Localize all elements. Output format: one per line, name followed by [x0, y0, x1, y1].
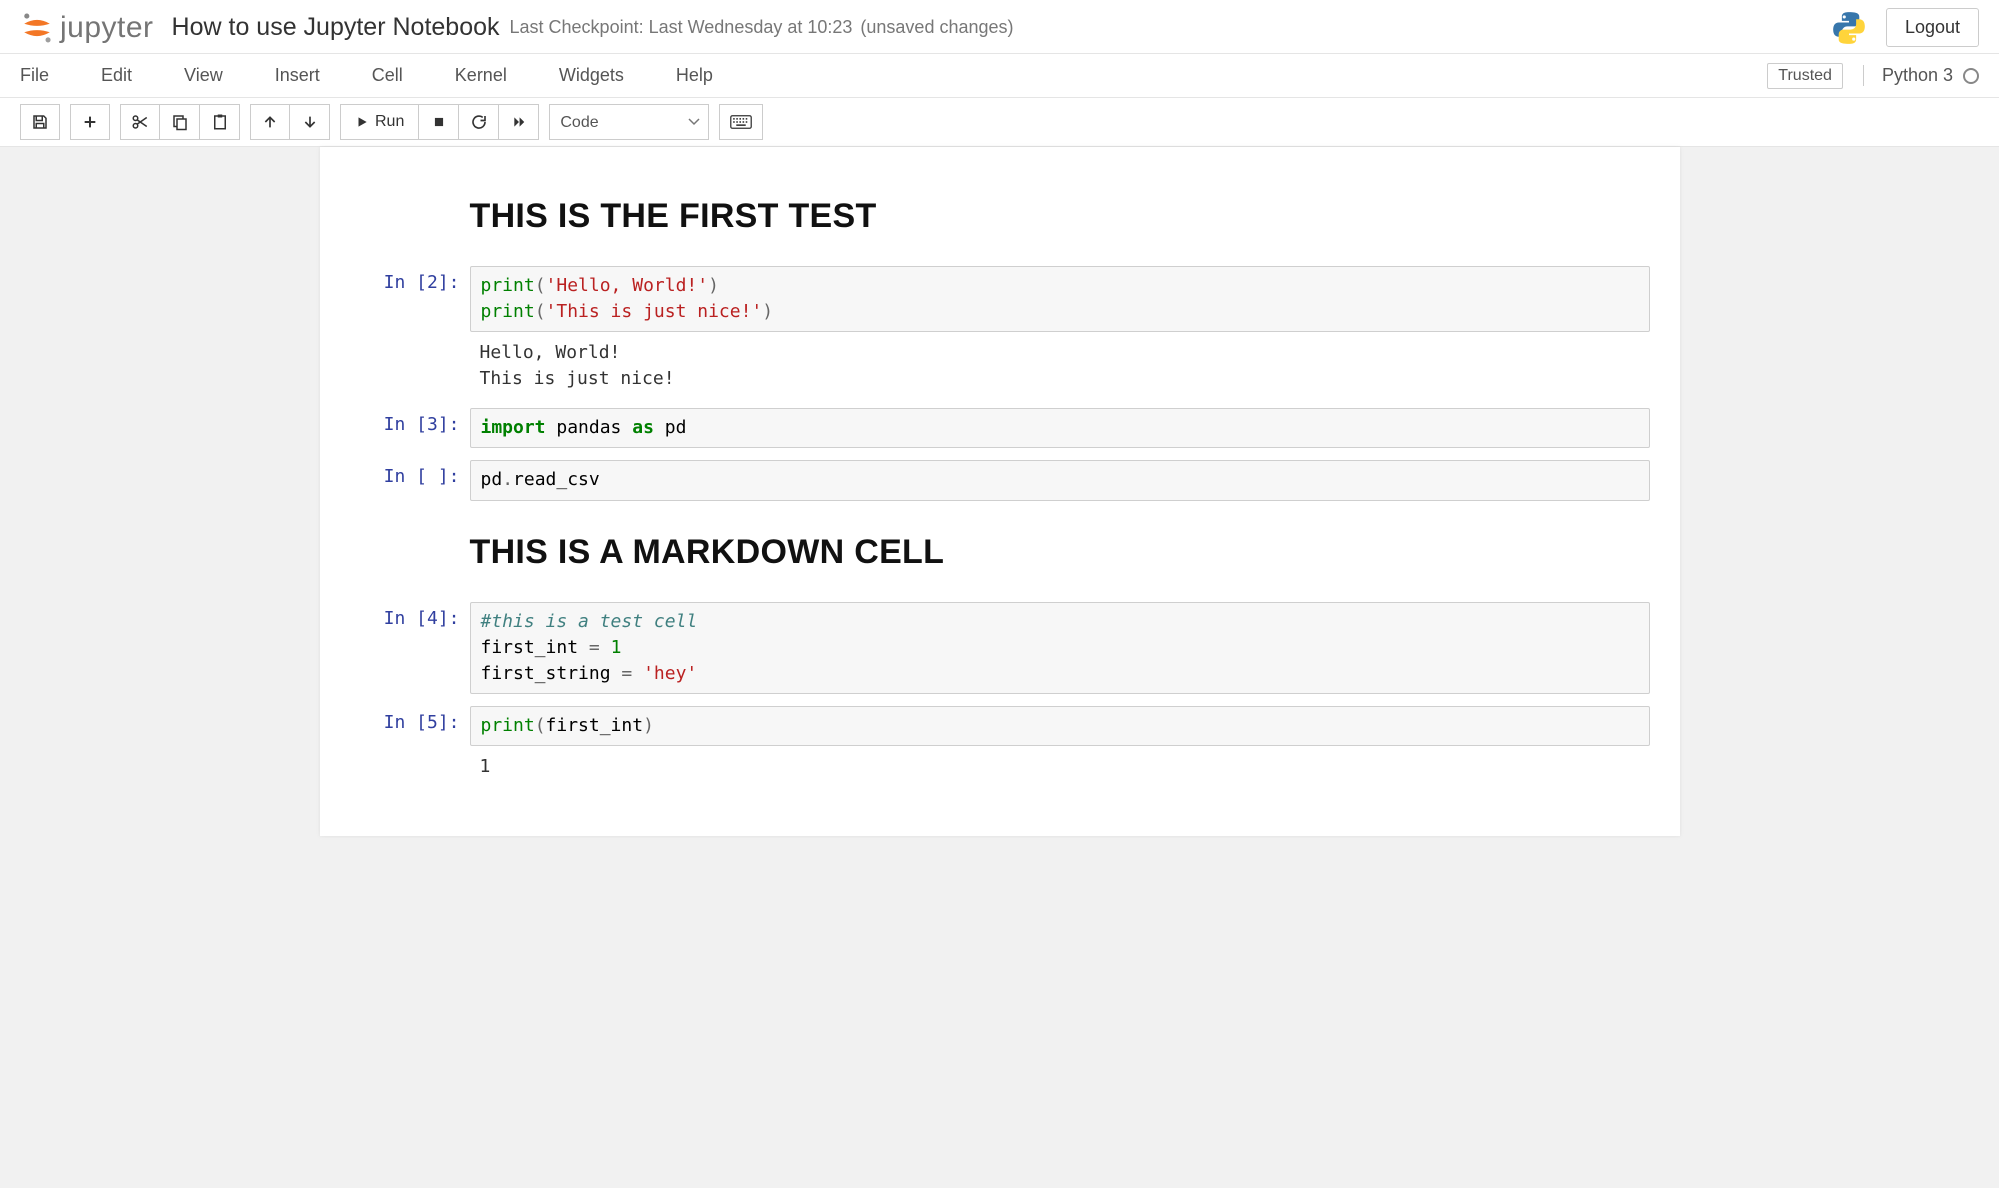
logout-button[interactable]: Logout [1886, 8, 1979, 47]
save-icon [31, 113, 49, 131]
copy-icon [171, 113, 189, 131]
add-cell-button[interactable] [70, 104, 110, 140]
code-input[interactable]: pd.read_csv [470, 460, 1650, 500]
code-cell[interactable]: In [5]:print(first_int)1 [350, 706, 1650, 784]
markdown-heading: THIS IS THE FIRST TEST [470, 197, 1650, 236]
paste-button[interactable] [200, 104, 240, 140]
kernel-status-icon [1963, 68, 1979, 84]
play-icon [355, 115, 369, 129]
menu-help[interactable]: Help [676, 55, 735, 96]
input-prompt: In [5]: [350, 706, 470, 784]
menubar: FileEditViewInsertCellKernelWidgetsHelp … [0, 54, 1999, 98]
run-button[interactable]: Run [340, 104, 419, 140]
kernel-indicator[interactable]: Python 3 [1863, 65, 1979, 86]
copy-button[interactable] [160, 104, 200, 140]
run-label: Run [375, 113, 404, 131]
fast-forward-icon [510, 115, 528, 129]
checkpoint-text: Last Checkpoint: Last Wednesday at 10:23 [510, 17, 853, 38]
code-input[interactable]: #this is a test cell first_int = 1 first… [470, 602, 1650, 694]
code-cell[interactable]: In [4]:#this is a test cell first_int = … [350, 602, 1650, 694]
plus-icon [82, 114, 98, 130]
scissors-icon [131, 113, 149, 131]
input-prompt: In [ ]: [350, 460, 470, 500]
code-input[interactable]: import pandas as pd [470, 408, 1650, 448]
input-prompt: In [3]: [350, 408, 470, 448]
interrupt-button[interactable] [419, 104, 459, 140]
cell-output: Hello, World! This is just nice! [470, 332, 1650, 396]
menu-widgets[interactable]: Widgets [559, 55, 646, 96]
markdown-cell[interactable]: THIS IS A MARKDOWN CELL [350, 513, 1650, 590]
input-prompt: In [2]: [350, 266, 470, 396]
menu-cell[interactable]: Cell [372, 55, 425, 96]
python-logo-icon [1830, 9, 1868, 47]
arrow-down-icon [302, 114, 318, 130]
code-cell[interactable]: In [ ]:pd.read_csv [350, 460, 1650, 500]
keyboard-icon [730, 114, 752, 130]
move-down-button[interactable] [290, 104, 330, 140]
notebook: THIS IS THE FIRST TESTIn [2]:print('Hell… [320, 147, 1680, 836]
markdown-cell[interactable]: THIS IS THE FIRST TEST [350, 177, 1650, 254]
menu-view[interactable]: View [184, 55, 245, 96]
input-prompt: In [4]: [350, 602, 470, 694]
restart-button[interactable] [459, 104, 499, 140]
arrow-up-icon [262, 114, 278, 130]
restart-run-all-button[interactable] [499, 104, 539, 140]
code-input[interactable]: print(first_int) [470, 706, 1650, 746]
markdown-heading: THIS IS A MARKDOWN CELL [470, 533, 1650, 572]
code-cell[interactable]: In [2]:print('Hello, World!') print('Thi… [350, 266, 1650, 396]
paste-icon [211, 113, 229, 131]
cell-type-select[interactable]: Code [549, 104, 709, 140]
trusted-indicator[interactable]: Trusted [1767, 63, 1843, 89]
notebook-container: THIS IS THE FIRST TESTIn [2]:print('Hell… [0, 147, 1999, 1188]
code-input[interactable]: print('Hello, World!') print('This is ju… [470, 266, 1650, 332]
stop-icon [432, 115, 446, 129]
jupyter-icon [20, 11, 54, 45]
unsaved-indicator: (unsaved changes) [860, 17, 1013, 38]
command-palette-button[interactable] [719, 104, 763, 140]
jupyter-logo[interactable]: jupyter [20, 11, 154, 45]
header: jupyter How to use Jupyter Notebook Last… [0, 0, 1999, 54]
save-button[interactable] [20, 104, 60, 140]
move-up-button[interactable] [250, 104, 290, 140]
kernel-name: Python 3 [1882, 65, 1953, 86]
menu-kernel[interactable]: Kernel [455, 55, 529, 96]
menu-insert[interactable]: Insert [275, 55, 342, 96]
menu-file[interactable]: File [20, 55, 71, 96]
toolbar: Run Code [0, 98, 1999, 147]
refresh-icon [470, 113, 488, 131]
menu-edit[interactable]: Edit [101, 55, 154, 96]
code-cell[interactable]: In [3]:import pandas as pd [350, 408, 1650, 448]
jupyter-logo-text: jupyter [60, 11, 154, 45]
cut-button[interactable] [120, 104, 160, 140]
cell-output: 1 [470, 746, 1650, 784]
notebook-title[interactable]: How to use Jupyter Notebook [172, 13, 500, 42]
